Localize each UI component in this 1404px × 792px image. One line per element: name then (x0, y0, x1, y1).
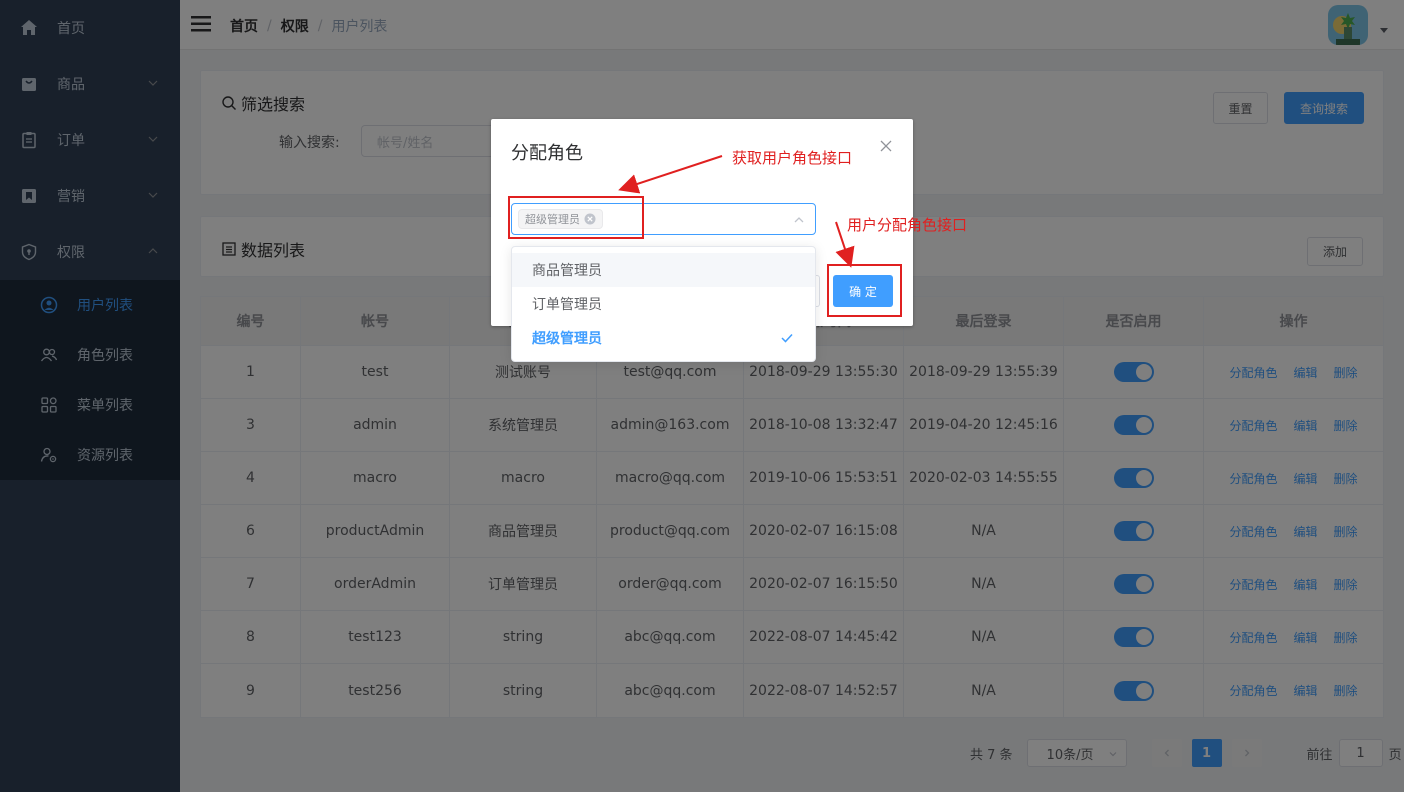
dialog-title: 分配角色 (511, 143, 583, 164)
annotation-get-roles: 获取用户角色接口 (732, 149, 853, 167)
role-option-label: 超级管理员 (532, 331, 602, 347)
role-option[interactable]: 商品管理员 (512, 253, 815, 287)
annotation-box-select (508, 196, 644, 239)
role-dropdown: 商品管理员 订单管理员 超级管理员 (511, 246, 816, 362)
check-icon (781, 333, 793, 343)
annotation-assign-roles: 用户分配角色接口 (847, 216, 968, 234)
role-option-label: 商品管理员 (532, 263, 602, 279)
role-option-label: 订单管理员 (532, 297, 602, 313)
role-option[interactable]: 超级管理员 (512, 321, 815, 355)
chevron-up-icon (794, 217, 804, 223)
role-option[interactable]: 订单管理员 (512, 287, 815, 321)
close-icon[interactable] (879, 139, 893, 153)
annotation-box-confirm (827, 264, 902, 317)
